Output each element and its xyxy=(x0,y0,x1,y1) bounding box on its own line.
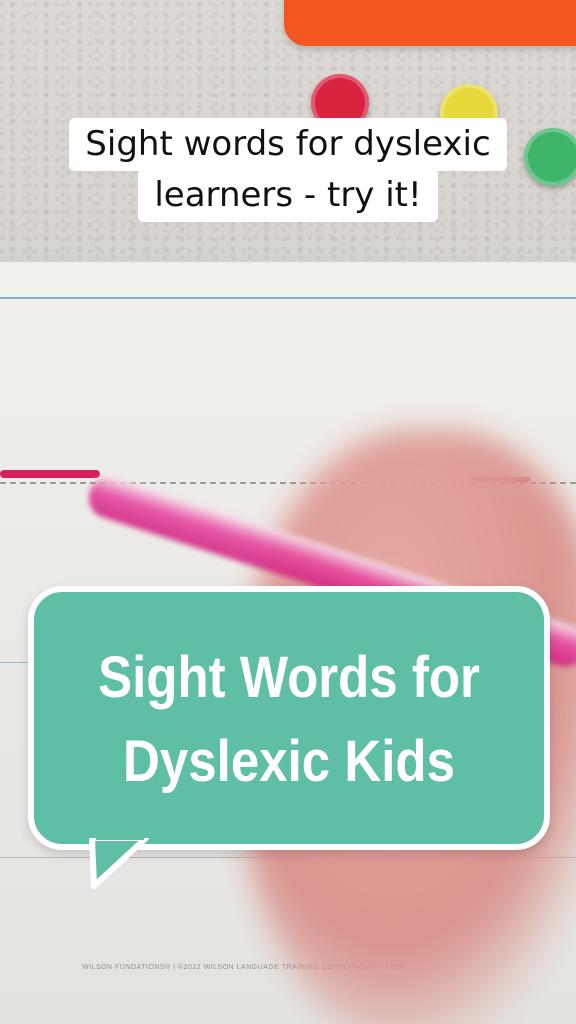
video-frame: WILSON FUNDATIONS® | ©2012 WILSON LANGUA… xyxy=(0,0,576,1024)
bubble-title: Sight Words for Dyslexic Kids xyxy=(65,636,514,804)
bubble-title-line-1: Sight Words for xyxy=(98,645,480,710)
caption-line-1: Sight words for dyslexic xyxy=(69,118,507,171)
red-marker-stroke xyxy=(0,470,100,478)
caption-line-2: learners - try it! xyxy=(138,169,438,222)
bubble-title-line-2: Dyslexic Kids xyxy=(123,729,455,794)
orange-tray xyxy=(284,0,576,46)
board-top-line xyxy=(0,297,576,299)
top-caption: Sight words for dyslexic learners - try … xyxy=(0,118,576,222)
speech-bubble: Sight Words for Dyslexic Kids xyxy=(28,586,550,850)
